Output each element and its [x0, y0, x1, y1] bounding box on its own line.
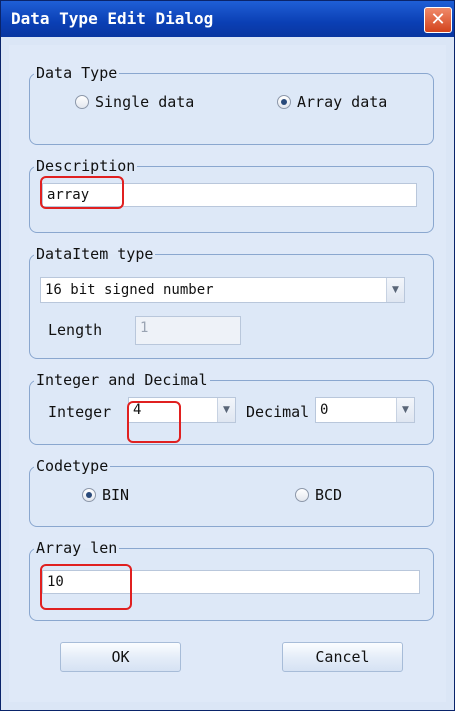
dialog-title: Data Type Edit Dialog	[11, 9, 214, 28]
radio-array-data-label: Array data	[297, 93, 388, 111]
radio-single-data-label: Single data	[95, 93, 195, 111]
dataitem-type-select[interactable]: 16 bit signed number ▼	[40, 277, 405, 303]
array-len-legend: Array len	[36, 539, 118, 557]
title-bar[interactable]: Data Type Edit Dialog ✕	[1, 1, 454, 37]
dataitem-type-legend: DataItem type	[36, 245, 154, 263]
array-len-highlight	[40, 564, 132, 610]
length-label: Length	[48, 321, 103, 339]
length-input[interactable]: 1	[135, 316, 241, 345]
decimal-select[interactable]: 0 ▼	[315, 397, 415, 423]
data-type-legend: Data Type	[36, 64, 118, 82]
radio-bcd-label: BCD	[315, 486, 343, 504]
dialog-window: Data Type Edit Dialog ✕ Data Type Single…	[0, 0, 455, 711]
chevron-down-icon[interactable]: ▼	[217, 398, 235, 422]
integer-highlight	[127, 401, 181, 443]
ok-button[interactable]: OK	[60, 642, 181, 672]
description-legend: Description	[36, 157, 136, 175]
description-highlight	[40, 176, 124, 209]
dialog-body: Data Type Single data Array data Descrip…	[9, 45, 446, 702]
decimal-value: 0	[320, 402, 329, 418]
radio-array-data[interactable]: Array data	[277, 93, 387, 111]
radio-checked-icon	[82, 488, 96, 502]
data-type-group: Data Type Single data Array data	[29, 64, 434, 145]
codetype-legend: Codetype	[36, 457, 109, 475]
dataitem-type-value: 16 bit signed number	[45, 282, 214, 298]
radio-unchecked-icon	[75, 95, 89, 109]
integer-decimal-legend: Integer and Decimal	[36, 371, 208, 389]
dataitem-type-group: DataItem type 16 bit signed number ▼ Len…	[29, 245, 434, 359]
radio-bin-label: BIN	[102, 486, 130, 504]
cancel-button[interactable]: Cancel	[282, 642, 403, 672]
radio-single-data[interactable]: Single data	[75, 93, 194, 111]
integer-label: Integer	[48, 403, 112, 421]
chevron-down-icon[interactable]: ▼	[386, 278, 404, 302]
radio-checked-icon	[277, 95, 291, 109]
codetype-group: Codetype BIN BCD	[29, 457, 434, 527]
decimal-label: Decimal	[246, 403, 310, 421]
radio-unchecked-icon	[295, 488, 309, 502]
close-icon[interactable]: ✕	[424, 7, 452, 33]
radio-bin[interactable]: BIN	[82, 486, 129, 504]
radio-bcd[interactable]: BCD	[295, 486, 342, 504]
integer-decimal-group: Integer and Decimal Integer 4 ▼ Decimal …	[29, 371, 434, 445]
chevron-down-icon[interactable]: ▼	[396, 398, 414, 422]
